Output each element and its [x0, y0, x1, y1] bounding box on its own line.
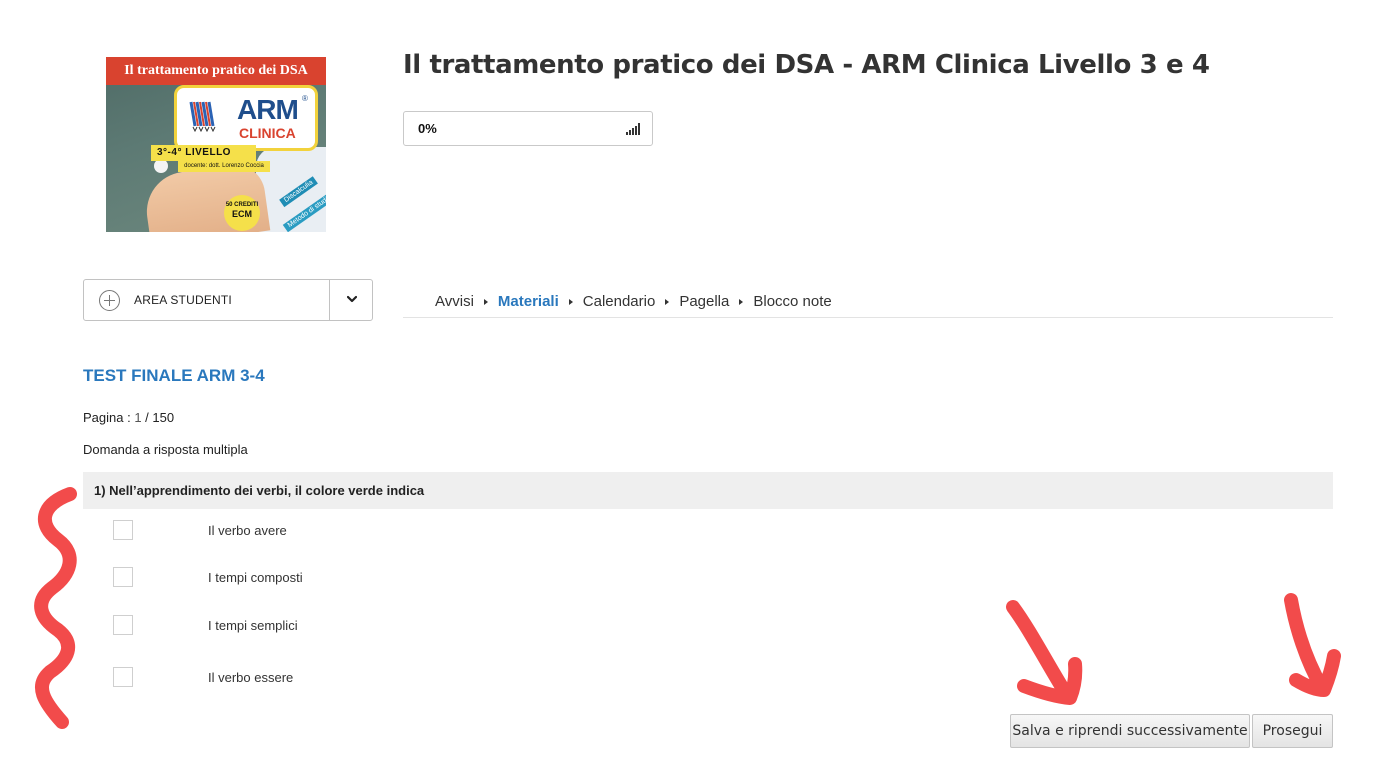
tab-avvisi[interactable]: Avvisi — [435, 293, 474, 310]
tab-separator-icon — [483, 298, 488, 305]
tab-pagella[interactable]: Pagella — [679, 293, 729, 310]
answer-option[interactable]: Il verbo essere — [83, 667, 683, 689]
progress-value: 0% — [418, 121, 437, 136]
tab-list: Avvisi Materiali Calendario Pagella Bloc… — [435, 293, 832, 310]
answer-option[interactable]: Il verbo avere — [83, 520, 683, 542]
tab-separator-icon — [739, 298, 744, 305]
save-and-resume-button[interactable]: Salva e riprendi successivamente — [1010, 714, 1250, 748]
tab-separator-icon — [568, 298, 573, 305]
course-tabs: Avvisi Materiali Calendario Pagella Bloc… — [403, 280, 1333, 318]
test-title: TEST FINALE ARM 3-4 — [83, 366, 265, 385]
plus-circle-icon — [99, 290, 120, 311]
ecm-badge: 50 CREDITI ECM — [224, 195, 260, 231]
progress-indicator: 0% — [403, 111, 653, 146]
question-text: 1) Nell’apprendimento dei verbi, il colo… — [94, 483, 425, 498]
signal-bars-icon — [626, 123, 640, 135]
cover-teacher-label: docente: dott. Lorenzo Coccia — [178, 161, 270, 172]
answer-label: Il verbo avere — [208, 523, 287, 538]
cover-level-label: 3°-4° LIVELLO — [151, 145, 256, 161]
answer-option[interactable]: I tempi semplici — [83, 615, 683, 637]
answer-option[interactable]: I tempi composti — [83, 567, 683, 589]
area-studenti-dropdown[interactable]: AREA STUDENTI — [83, 279, 373, 321]
chevron-down-icon[interactable] — [347, 294, 357, 304]
page-total: / 150 — [141, 410, 175, 425]
answer-checkbox[interactable] — [113, 667, 133, 687]
logo-arm-text: ARM — [237, 94, 299, 125]
area-studenti-label: AREA STUDENTI — [134, 293, 232, 307]
arrow-annotation-next — [1284, 593, 1341, 697]
page-indicator: Pagina : 1 / 150 — [83, 410, 174, 425]
pencils-icon — [189, 101, 216, 132]
tab-blocco-note[interactable]: Blocco note — [753, 293, 831, 310]
cover-chalk — [154, 159, 168, 173]
page-label: Pagina : — [83, 410, 135, 425]
arrow-annotation-save — [1006, 600, 1083, 705]
continue-button[interactable]: Prosegui — [1252, 714, 1333, 748]
tab-materiali[interactable]: Materiali — [498, 293, 559, 310]
logo-clinica-text: CLINICA — [239, 125, 296, 141]
ecm-badge-label: ECM — [232, 209, 252, 219]
question-header: 1) Nell’apprendimento dei verbi, il colo… — [83, 472, 1333, 509]
answer-label: I tempi semplici — [208, 618, 298, 633]
cover-banner: Il trattamento pratico dei DSA — [106, 57, 326, 85]
course-cover-image: Il trattamento pratico dei DSA ARM ® CLI… — [106, 57, 326, 232]
page-current: 1 — [134, 410, 142, 425]
squiggle-annotation — [34, 487, 77, 729]
answer-label: Il verbo essere — [208, 670, 294, 685]
tab-calendario[interactable]: Calendario — [583, 293, 656, 310]
answer-checkbox[interactable] — [113, 567, 133, 587]
answer-checkbox[interactable] — [113, 520, 133, 540]
arm-clinica-logo: ARM ® CLINICA — [174, 85, 318, 151]
logo-reg-mark: ® — [302, 94, 308, 103]
ecm-badge-credits: 50 CREDITI — [225, 202, 259, 208]
course-title: Il trattamento pratico dei DSA - ARM Cli… — [403, 50, 1210, 80]
tab-separator-icon — [665, 298, 670, 305]
question-type: Domanda a risposta multipla — [83, 442, 248, 457]
answer-checkbox[interactable] — [113, 615, 133, 635]
dropdown-divider — [329, 280, 330, 320]
answer-label: I tempi composti — [208, 570, 303, 585]
